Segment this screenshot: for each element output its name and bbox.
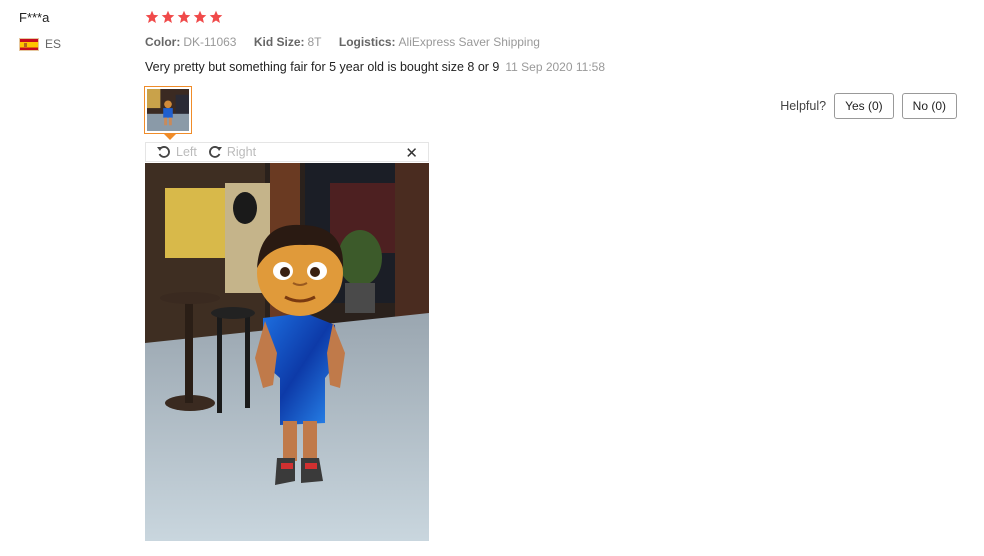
star-icon <box>177 10 191 23</box>
star-rating <box>145 10 223 24</box>
star-icon <box>193 10 207 23</box>
review-photo-image <box>145 163 429 541</box>
close-icon[interactable]: ✕ <box>405 144 418 162</box>
spain-flag-icon <box>19 37 39 51</box>
rotate-left-button[interactable]: Left <box>156 144 197 160</box>
review-body: Very pretty but something fair for 5 yea… <box>145 60 500 74</box>
rotate-right-icon <box>208 146 222 158</box>
attr-kid-size: Kid Size: 8T <box>253 35 322 49</box>
helpful-label: Helpful? <box>780 99 827 113</box>
star-icon <box>161 10 175 23</box>
country-code: ES <box>45 37 62 51</box>
attr-color: Color: DK-11063 <box>145 35 237 49</box>
review-text: Very pretty but something fair for 5 yea… <box>145 60 605 74</box>
review-photo-thumbnail[interactable] <box>144 86 192 134</box>
star-icon <box>209 10 223 23</box>
reviewer-country: ES <box>19 37 61 51</box>
attr-logistics: Logistics: AliExpress Saver Shipping <box>338 35 540 49</box>
rotate-left-icon <box>157 146 170 158</box>
product-attributes: Color: DK-11063 Kid Size: 8T Logistics: Ali… <box>145 35 554 49</box>
image-viewer-toolbar: Left Right ✕ <box>145 142 429 162</box>
helpful-no-button[interactable]: No (0) <box>901 93 957 119</box>
helpful-yes-button[interactable]: Yes (0) <box>834 93 894 119</box>
review-date: 11 Sep 2020 11:58 <box>505 60 606 74</box>
star-icon <box>145 10 159 23</box>
review-photo-large <box>145 163 429 541</box>
reviewer-name: F***a <box>19 10 50 25</box>
thumbnail-pointer <box>164 134 176 140</box>
helpful-vote: Helpful? Yes (0) No (0) <box>780 93 957 119</box>
photo-thumbnail-image <box>147 89 189 131</box>
rotate-right-button[interactable]: Right <box>207 144 256 160</box>
